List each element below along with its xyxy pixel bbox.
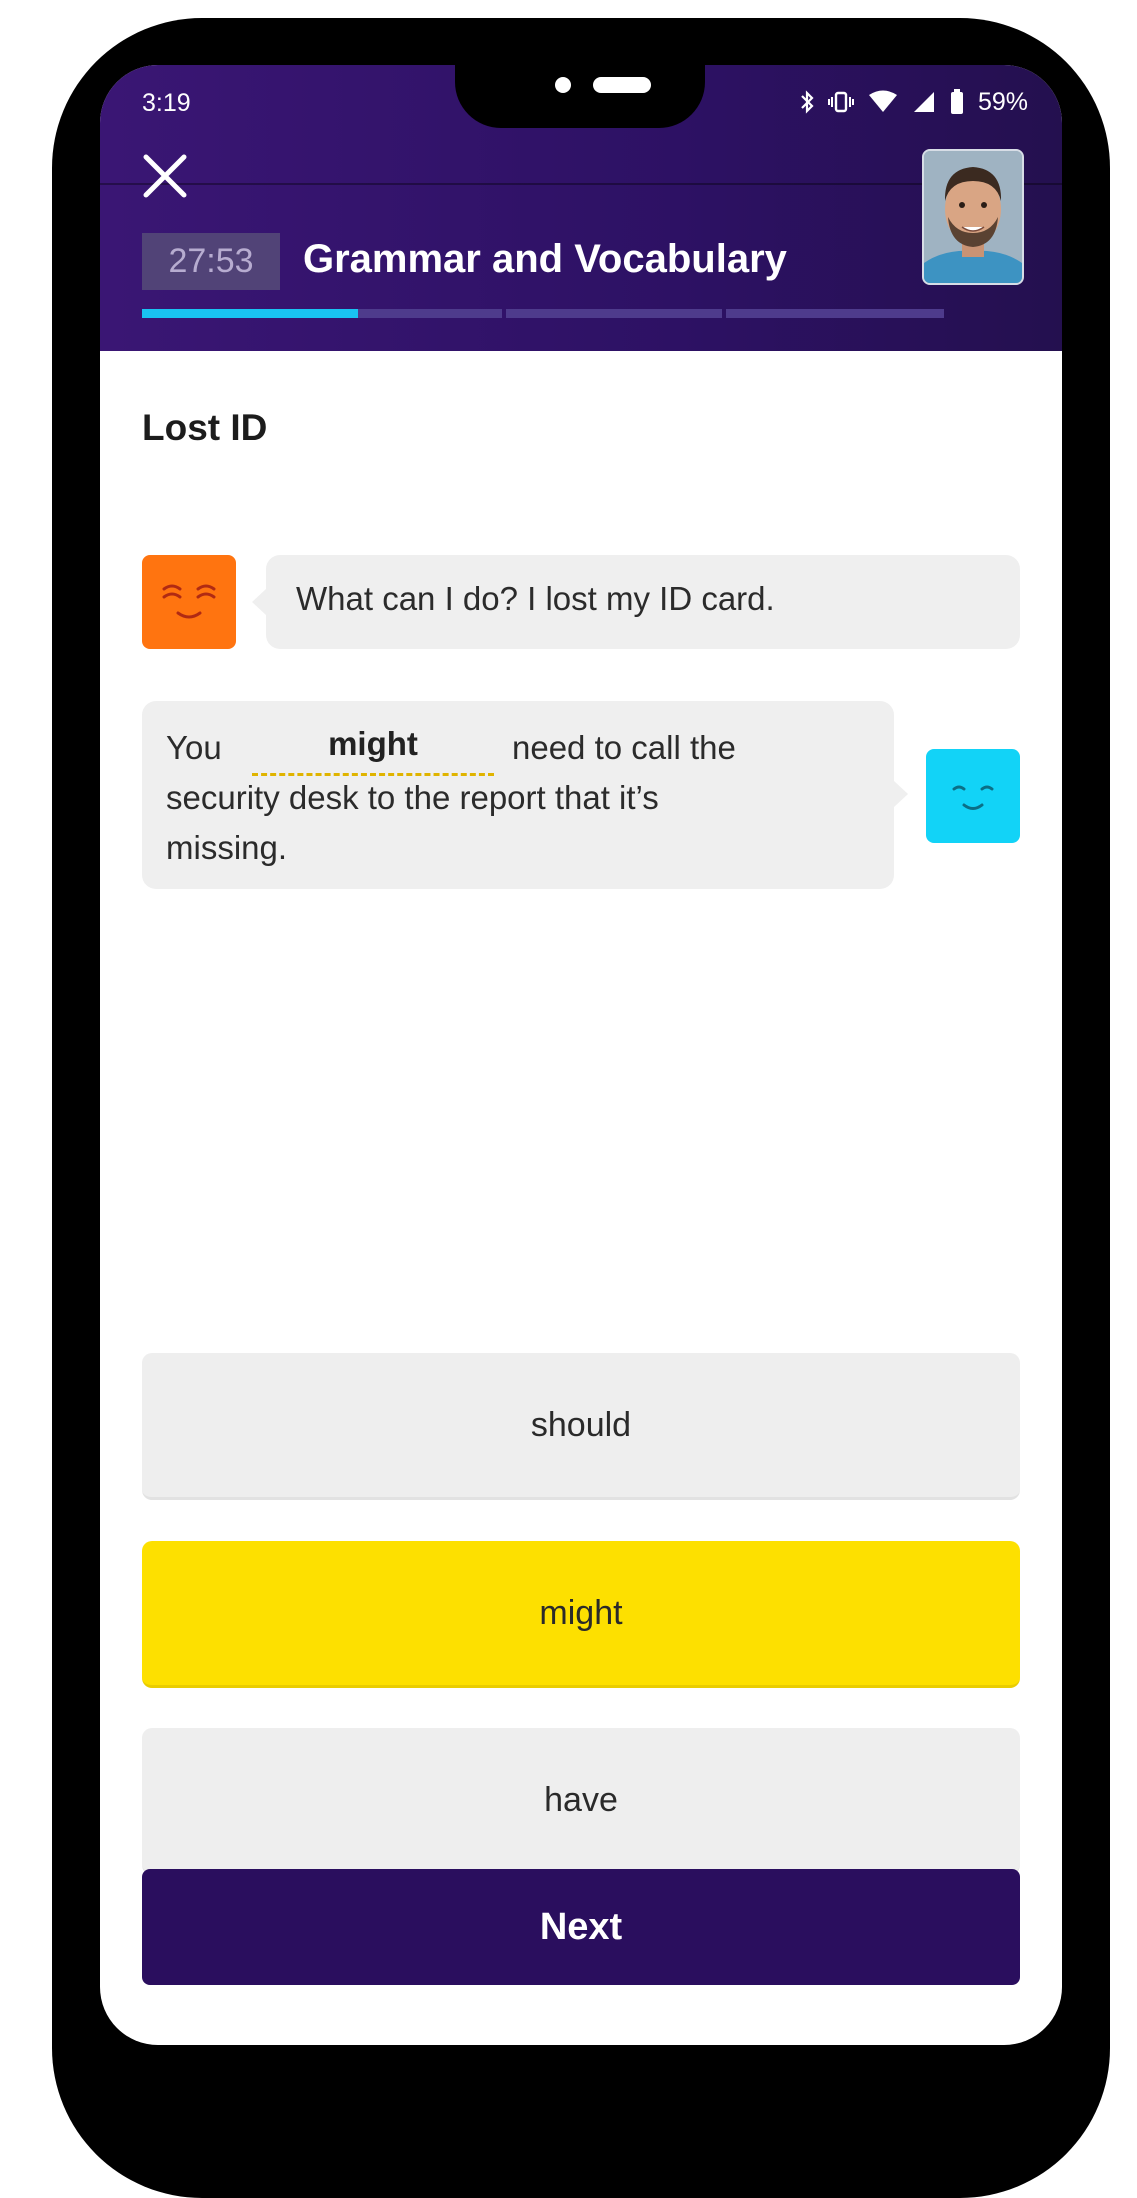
header-divider — [100, 183, 1062, 185]
response-after: need to call the — [512, 729, 736, 766]
camera-notch — [455, 65, 705, 128]
status-icons: 59% — [800, 87, 1028, 117]
speaker-avatar-orange — [142, 555, 236, 649]
prompt-text: What can I do? I lost my ID card. — [296, 580, 775, 617]
progress-segment-3 — [726, 309, 944, 318]
battery-percent: 59% — [977, 87, 1028, 116]
signal-icon — [913, 92, 934, 112]
close-icon[interactable] — [140, 151, 190, 201]
prompt-bubble: What can I do? I lost my ID card. — [252, 555, 1020, 649]
bluetooth-icon — [801, 90, 814, 114]
progress-fill — [142, 309, 358, 318]
response-line-2: security desk to the report that it’s — [166, 779, 659, 816]
speaker-pill — [593, 77, 651, 93]
progress-bar — [142, 309, 944, 318]
header: 3:19 59% 27:53 Grammar and Vocabulary — [100, 65, 1062, 351]
option-should[interactable]: should — [142, 1353, 1020, 1500]
lesson-title: Lost ID — [142, 407, 268, 448]
progress-segment-2 — [506, 309, 722, 318]
response-line-3: missing. — [166, 829, 288, 866]
next-button[interactable]: Next — [142, 1869, 1020, 1985]
battery-icon — [950, 89, 963, 114]
lesson-content: Lost ID What can I do? I lost my ID card… — [100, 351, 1062, 2045]
smiling-face-icon — [162, 584, 216, 619]
calm-face-icon — [952, 785, 994, 810]
countdown-timer: 27:53 — [142, 233, 280, 290]
progress-segment-1 — [142, 309, 502, 318]
answer-text: might — [328, 725, 418, 762]
vibrate-icon — [827, 91, 854, 113]
response-before: You — [166, 729, 222, 766]
option-have[interactable]: have — [142, 1728, 1020, 1875]
app-screen: 3:19 59% 27:53 Grammar and Vocabulary Lo… — [100, 65, 1062, 2045]
answer-blank[interactable]: might — [252, 725, 494, 776]
page-title: Grammar and Vocabulary — [303, 237, 787, 281]
wifi-icon — [868, 90, 897, 112]
option-might[interactable]: might — [142, 1541, 1020, 1688]
tutor-avatar — [922, 149, 1024, 285]
status-time: 3:19 — [142, 89, 191, 117]
speaker-avatar-cyan — [926, 749, 1020, 843]
camera-dot — [555, 77, 571, 93]
response-bubble: You might need to call the security desk… — [142, 701, 908, 889]
tutor-portrait-icon — [924, 151, 1022, 283]
